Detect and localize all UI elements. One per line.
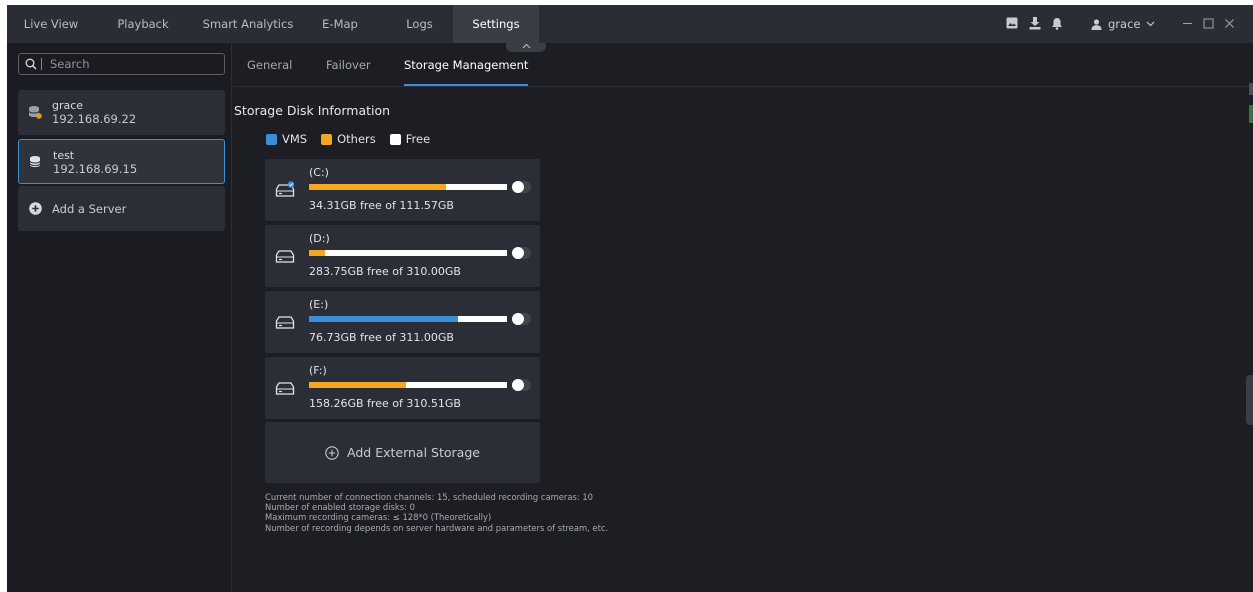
- add-server-label: Add a Server: [52, 201, 127, 216]
- user-menu[interactable]: grace: [1091, 5, 1155, 43]
- info-line: Maximum recording cameras: ≤ 128*0 (Theo…: [265, 512, 492, 523]
- search-box[interactable]: [18, 53, 225, 75]
- search-icon: [25, 58, 37, 70]
- tab-live-view[interactable]: Live View: [7, 5, 95, 43]
- server-item-grace[interactable]: grace 192.168.69.22: [18, 90, 225, 135]
- drive-label: (E:): [309, 298, 329, 311]
- settings-subtabs: General Failover Storage Management: [233, 43, 1253, 87]
- disk-usage-bar: [309, 250, 507, 256]
- maximize-button[interactable]: [1200, 15, 1216, 31]
- disk-card-e: (E:) 76.73GB free of 311.00GB: [265, 291, 540, 353]
- tab-playback[interactable]: Playback: [107, 5, 179, 43]
- subtab-general[interactable]: General: [247, 43, 292, 87]
- legend-label: Free: [405, 132, 431, 146]
- legend-item-free: Free: [389, 132, 431, 146]
- side-panel-handle[interactable]: [1246, 375, 1253, 425]
- legend-swatch-others: [321, 133, 333, 145]
- legend-item-others: Others: [321, 132, 376, 146]
- server-item-test[interactable]: test 192.168.69.15: [18, 139, 225, 184]
- download-icon[interactable]: [1028, 16, 1042, 30]
- disk-usage-bar: [309, 316, 507, 322]
- disk-enable-toggle[interactable]: [512, 313, 531, 325]
- drive-label: (D:): [309, 232, 330, 245]
- server-icon: [28, 106, 42, 119]
- server-ip: 192.168.69.15: [53, 162, 138, 176]
- legend-swatch-free: [389, 133, 401, 145]
- right-edge-indicator: [1249, 83, 1253, 95]
- plus-circle-icon: [29, 202, 42, 215]
- disk-usage-fill: [309, 382, 407, 388]
- close-button[interactable]: [1221, 15, 1237, 31]
- tab-e-map[interactable]: E-Map: [315, 5, 365, 43]
- legend-label: Others: [337, 132, 376, 146]
- drive-label: (F:): [309, 364, 327, 377]
- subtab-failover[interactable]: Failover: [326, 43, 371, 87]
- legend-item-vms: VMS: [266, 132, 307, 146]
- bell-icon[interactable]: [1050, 16, 1064, 30]
- legend-label: VMS: [282, 132, 308, 146]
- disk-usage-fill: [309, 184, 446, 190]
- disk-usage-fill: [309, 316, 458, 322]
- server-sidebar: grace 192.168.69.22 test 192.168.69.15 A…: [7, 43, 232, 592]
- server-ip: 192.168.69.22: [52, 112, 137, 126]
- top-nav-bar: Live View Playback Smart Analytics E-Map…: [7, 5, 1253, 43]
- chevron-down-icon: [1147, 21, 1155, 27]
- hard-disk-icon: [275, 382, 295, 395]
- disk-usage-fill: [309, 250, 325, 256]
- storage-legend: VMS Others Free: [266, 132, 430, 146]
- server-icon: [29, 156, 41, 167]
- right-edge-indicator: [1249, 105, 1253, 123]
- add-external-storage-button[interactable]: Add External Storage: [265, 422, 540, 483]
- search-input[interactable]: [50, 57, 200, 71]
- legend-swatch-vms: [266, 133, 277, 145]
- section-title: Storage Disk Information: [234, 103, 391, 118]
- disk-free-text: 34.31GB free of 111.57GB: [309, 199, 454, 212]
- search-divider: [41, 58, 42, 70]
- add-external-storage-label: Add External Storage: [347, 445, 480, 460]
- disk-card-d: (D:) 283.75GB free of 310.00GB: [265, 225, 540, 287]
- subtab-storage-management[interactable]: Storage Management: [404, 43, 529, 87]
- server-name: test: [53, 149, 75, 162]
- server-name: grace: [52, 99, 84, 112]
- tab-settings[interactable]: Settings: [453, 5, 539, 43]
- disk-enable-toggle[interactable]: [512, 181, 531, 193]
- image-icon[interactable]: [1005, 16, 1019, 30]
- info-line: Current number of connection channels: 1…: [265, 492, 593, 502]
- disk-enable-toggle[interactable]: [512, 247, 531, 259]
- user-icon: [1091, 18, 1102, 30]
- info-line: Number of recording depends on server ha…: [265, 522, 609, 533]
- user-name: grace: [1108, 17, 1141, 31]
- disk-free-text: 158.26GB free of 310.51GB: [309, 397, 461, 410]
- disk-usage-bar: [309, 184, 507, 190]
- drive-label: (C:): [309, 166, 329, 179]
- disk-enable-toggle[interactable]: [512, 379, 531, 391]
- disk-card-f: (F:) 158.26GB free of 310.51GB: [265, 357, 540, 419]
- info-line: Number of enabled storage disks: 0: [265, 502, 415, 513]
- tab-smart-analytics[interactable]: Smart Analytics: [199, 5, 297, 43]
- app-window: Live View Playback Smart Analytics E-Map…: [7, 5, 1253, 592]
- system-disk-icon: [275, 181, 295, 197]
- add-server-button[interactable]: Add a Server: [18, 186, 225, 231]
- disk-card-c: (C:) 34.31GB free of 111.57GB: [265, 159, 540, 221]
- storage-info: Current number of connection channels: 1…: [265, 492, 608, 533]
- minimize-button[interactable]: [1179, 15, 1195, 31]
- disk-free-text: 283.75GB free of 310.00GB: [309, 265, 461, 278]
- plus-circle-outline-icon: [325, 445, 339, 460]
- hard-disk-icon: [275, 250, 295, 263]
- tab-logs[interactable]: Logs: [397, 5, 442, 43]
- disk-usage-bar: [309, 382, 507, 388]
- disk-free-text: 76.73GB free of 311.00GB: [309, 331, 454, 344]
- hard-disk-icon: [275, 316, 295, 329]
